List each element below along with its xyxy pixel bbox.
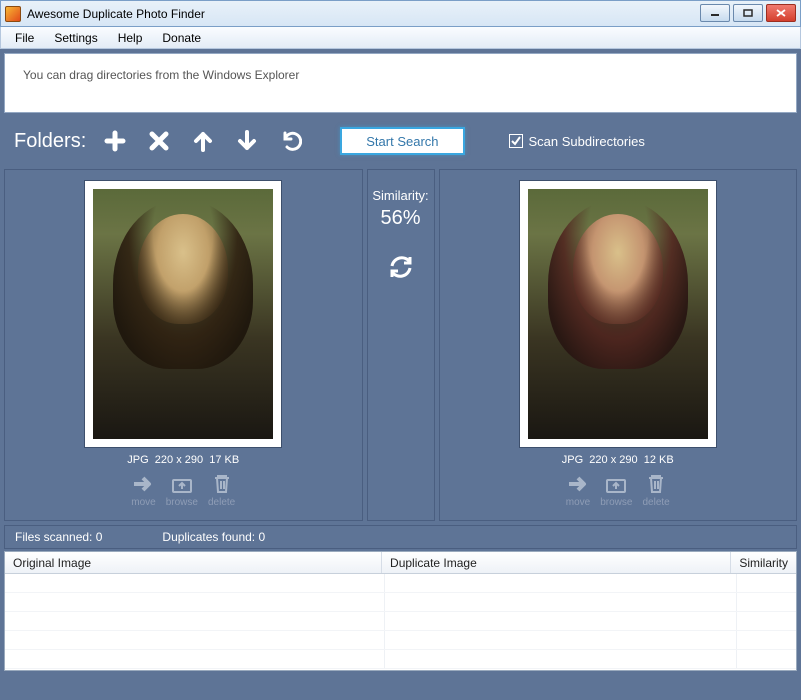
menu-file[interactable]: File xyxy=(5,27,44,48)
folders-toolbar: Folders: Start Search Scan Subdirectorie… xyxy=(4,117,797,165)
menu-donate[interactable]: Donate xyxy=(152,27,211,48)
comparison-row: JPG 220 x 290 17 KB move browse delete xyxy=(4,169,797,521)
left-move-label: move xyxy=(131,497,155,508)
duplicates-found: Duplicates found: 0 xyxy=(162,530,265,544)
right-image-thumb[interactable] xyxy=(528,189,708,439)
folder-up-icon xyxy=(170,472,194,496)
right-actions: move browse delete xyxy=(566,472,670,508)
similarity-column: Similarity: 56% xyxy=(367,169,435,521)
left-image-thumb[interactable] xyxy=(93,189,273,439)
right-move-button[interactable]: move xyxy=(566,472,590,508)
right-browse-label: browse xyxy=(600,497,632,508)
left-dimensions: 220 x 290 xyxy=(155,454,203,466)
menu-help[interactable]: Help xyxy=(108,27,153,48)
window-title: Awesome Duplicate Photo Finder xyxy=(27,7,205,21)
remove-folder-button[interactable] xyxy=(144,126,174,156)
folder-up-icon xyxy=(604,472,628,496)
window-controls xyxy=(700,4,796,22)
minimize-icon xyxy=(710,9,720,17)
left-delete-label: delete xyxy=(208,497,235,508)
folders-label: Folders: xyxy=(14,130,86,153)
right-image-frame xyxy=(519,180,717,448)
left-browse-label: browse xyxy=(166,497,198,508)
files-scanned-label: Files scanned: xyxy=(15,530,92,544)
left-actions: move browse delete xyxy=(131,472,235,508)
col-similarity[interactable]: Similarity xyxy=(731,552,796,573)
menu-bar: File Settings Help Donate xyxy=(0,27,801,49)
left-move-button[interactable]: move xyxy=(131,472,155,508)
left-image-info: JPG 220 x 290 17 KB xyxy=(127,454,239,466)
table-row[interactable] xyxy=(5,650,796,669)
left-browse-button[interactable]: browse xyxy=(166,472,198,508)
files-scanned: Files scanned: 0 xyxy=(15,530,102,544)
add-folder-button[interactable] xyxy=(100,126,130,156)
right-delete-button[interactable]: delete xyxy=(642,472,669,508)
title-bar: Awesome Duplicate Photo Finder xyxy=(0,0,801,27)
results-table: Original Image Duplicate Image Similarit… xyxy=(4,551,797,671)
close-button[interactable] xyxy=(766,4,796,22)
right-format: JPG xyxy=(562,454,583,466)
reset-button[interactable] xyxy=(276,126,306,156)
move-up-button[interactable] xyxy=(188,126,218,156)
refresh-icon xyxy=(388,254,414,280)
col-duplicate[interactable]: Duplicate Image xyxy=(382,552,731,573)
table-row[interactable] xyxy=(5,593,796,612)
drop-directories-panel[interactable]: You can drag directories from the Window… xyxy=(4,53,797,113)
duplicates-found-value: 0 xyxy=(258,530,265,544)
plus-icon xyxy=(103,129,127,153)
undo-icon xyxy=(280,130,302,152)
right-image-info: JPG 220 x 290 12 KB xyxy=(562,454,674,466)
scan-subdirectories-checkbox[interactable] xyxy=(509,134,523,148)
app-icon xyxy=(5,6,21,22)
maximize-icon xyxy=(743,9,753,17)
right-size: 12 KB xyxy=(644,454,674,466)
left-image-frame xyxy=(84,180,282,448)
minimize-button[interactable] xyxy=(700,4,730,22)
left-size: 17 KB xyxy=(209,454,239,466)
table-row[interactable] xyxy=(5,612,796,631)
check-icon xyxy=(511,136,521,146)
similarity-value: 56% xyxy=(380,207,420,230)
drop-hint-text: You can drag directories from the Window… xyxy=(23,68,299,82)
scan-subdirectories-label: Scan Subdirectories xyxy=(529,134,645,149)
table-body[interactable] xyxy=(5,574,796,670)
move-down-button[interactable] xyxy=(232,126,262,156)
right-image-panel: JPG 220 x 290 12 KB move browse delete xyxy=(439,169,798,521)
left-format: JPG xyxy=(127,454,148,466)
arrow-down-icon xyxy=(236,130,258,152)
menu-settings[interactable]: Settings xyxy=(44,27,107,48)
right-dimensions: 220 x 290 xyxy=(589,454,637,466)
similarity-label: Similarity: xyxy=(372,188,428,203)
scan-subdirectories-option[interactable]: Scan Subdirectories xyxy=(509,134,645,149)
right-move-label: move xyxy=(566,497,590,508)
arrow-up-icon xyxy=(192,130,214,152)
maximize-button[interactable] xyxy=(733,4,763,22)
col-original[interactable]: Original Image xyxy=(5,552,382,573)
table-header: Original Image Duplicate Image Similarit… xyxy=(5,552,796,574)
left-image-panel: JPG 220 x 290 17 KB move browse delete xyxy=(4,169,363,521)
table-row[interactable] xyxy=(5,574,796,593)
right-browse-button[interactable]: browse xyxy=(600,472,632,508)
duplicates-found-label: Duplicates found: xyxy=(162,530,255,544)
right-delete-label: delete xyxy=(642,497,669,508)
trash-icon xyxy=(210,472,234,496)
start-search-button[interactable]: Start Search xyxy=(340,127,464,155)
close-icon xyxy=(776,9,786,17)
left-delete-button[interactable]: delete xyxy=(208,472,235,508)
arrow-right-icon xyxy=(566,472,590,496)
status-bar: Files scanned: 0 Duplicates found: 0 xyxy=(4,525,797,549)
trash-icon xyxy=(644,472,668,496)
swap-button[interactable] xyxy=(388,254,414,283)
table-row[interactable] xyxy=(5,631,796,650)
content-area: You can drag directories from the Window… xyxy=(0,49,801,675)
x-icon xyxy=(148,130,170,152)
arrow-right-icon xyxy=(131,472,155,496)
files-scanned-value: 0 xyxy=(96,530,103,544)
